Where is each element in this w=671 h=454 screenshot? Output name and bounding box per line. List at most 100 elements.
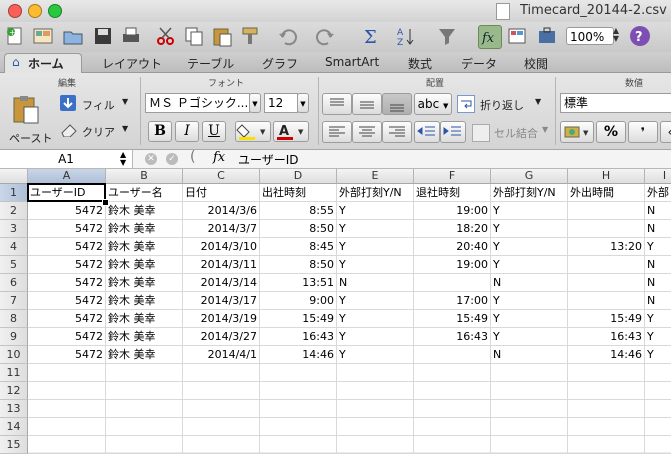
increase-indent-button[interactable] [440,121,466,143]
row-header-6[interactable]: 6 [0,274,28,292]
fill-icon[interactable] [60,95,76,111]
table-cell[interactable]: Y [337,238,414,256]
row-header-7[interactable]: 7 [0,292,28,310]
table-cell[interactable]: 13:20 [568,238,645,256]
spreadsheet-grid[interactable]: A B C D E F G H I 1 ユーザーID ユーザー名 日付 出社時刻 外部打刻Y/N 退社時刻 外部… [0,169,671,454]
tab-layout[interactable]: レイアウト [102,55,162,72]
table-cell[interactable]: 5472 [28,328,106,346]
format-painter-icon[interactable] [239,25,261,47]
open-icon[interactable] [62,25,84,47]
table-cell[interactable] [337,382,414,400]
header-cell[interactable]: 外部打刻Y/N [337,184,414,202]
table-cell[interactable]: 14:46 [568,346,645,364]
row-header-15[interactable]: 15 [0,436,28,454]
table-cell[interactable]: 16:43 [414,328,491,346]
confirm-entry-icon[interactable]: ✓ [166,153,178,165]
table-cell[interactable]: Y [337,346,414,364]
header-cell[interactable]: 退社時刻 [414,184,491,202]
table-cell[interactable] [645,400,671,418]
gallery-icon[interactable] [506,25,528,47]
text-orientation-button[interactable]: abc ▼ [414,93,452,115]
table-cell[interactable] [491,364,568,382]
table-cell[interactable] [28,400,106,418]
table-cell[interactable]: 鈴木 美幸 [106,202,183,220]
column-header-e[interactable]: E [337,169,414,184]
toolbox-icon[interactable] [536,25,558,47]
wrap-dropdown-icon[interactable]: ▼ [535,97,541,106]
table-cell[interactable] [183,400,260,418]
percent-format-button[interactable]: % [596,121,626,143]
tab-data[interactable]: データ [461,55,497,72]
table-cell[interactable]: 2014/4/1 [183,346,260,364]
insert-function-button[interactable]: fx [213,150,225,165]
column-header-i[interactable]: I [645,169,671,184]
zoom-stepper[interactable]: ▲ ▼ [608,27,624,45]
comma-style-button[interactable]: ❜ [628,121,658,143]
zoom-field[interactable]: 100% [566,27,614,45]
table-cell[interactable] [414,274,491,292]
row-header-1[interactable]: 1 [0,184,28,202]
table-cell[interactable]: 17:00 [414,292,491,310]
table-cell[interactable] [106,364,183,382]
sort-icon[interactable]: AZ [396,25,418,47]
row-header-5[interactable]: 5 [0,256,28,274]
help-icon[interactable]: ? [630,26,650,46]
table-cell[interactable]: 5472 [28,238,106,256]
bold-button[interactable]: B [148,121,172,142]
table-cell[interactable] [106,382,183,400]
merge-cells-label[interactable]: セル結合 [494,125,538,141]
table-cell[interactable]: 5472 [28,310,106,328]
font-name-dropdown-icon[interactable]: ▼ [249,93,261,113]
table-cell[interactable]: 14:46 [260,346,337,364]
table-cell[interactable]: Y [337,256,414,274]
column-header-b[interactable]: B [106,169,183,184]
fill-handle[interactable] [102,199,109,206]
table-cell[interactable]: 20:40 [414,238,491,256]
table-cell[interactable]: 18:20 [414,220,491,238]
table-cell[interactable]: Y [491,238,568,256]
table-cell[interactable]: 鈴木 美幸 [106,346,183,364]
table-cell[interactable] [568,382,645,400]
table-cell[interactable]: 5472 [28,202,106,220]
table-cell[interactable] [414,364,491,382]
clear-dropdown-icon[interactable]: ▼ [122,124,128,133]
table-cell[interactable]: Y [337,292,414,310]
table-cell[interactable]: Y [645,346,671,364]
table-cell[interactable]: Y [337,310,414,328]
table-cell[interactable]: Y [491,310,568,328]
table-cell[interactable]: Y [491,256,568,274]
table-cell[interactable]: 2014/3/10 [183,238,260,256]
row-header-12[interactable]: 12 [0,382,28,400]
eraser-icon[interactable] [60,123,78,138]
header-cell[interactable]: 外出時間 [568,184,645,202]
align-center-button[interactable] [352,121,382,143]
header-cell[interactable]: ユーザーID [28,184,106,202]
name-box-stepper[interactable]: ▲ ▼ [120,151,126,167]
tab-review[interactable]: 校閲 [524,55,548,72]
merge-dropdown-icon[interactable]: ▼ [542,125,548,134]
table-cell[interactable]: 5472 [28,346,106,364]
table-cell[interactable] [568,256,645,274]
table-cell[interactable] [645,364,671,382]
table-cell[interactable] [106,436,183,454]
templates-icon[interactable] [32,25,54,47]
font-size-dropdown-icon[interactable]: ▼ [297,93,309,113]
align-top-button[interactable] [322,93,352,115]
table-cell[interactable]: 8:55 [260,202,337,220]
tab-formulas[interactable]: 数式 [408,55,432,72]
close-window-button[interactable] [8,4,22,18]
paste-large-icon[interactable] [12,95,40,125]
table-cell[interactable] [183,364,260,382]
table-cell[interactable]: Y [491,328,568,346]
row-header-13[interactable]: 13 [0,400,28,418]
table-cell[interactable]: 15:49 [414,310,491,328]
undo-icon[interactable] [277,25,299,47]
table-cell[interactable] [183,382,260,400]
table-cell[interactable] [568,220,645,238]
row-header-8[interactable]: 8 [0,310,28,328]
column-header-g[interactable]: G [491,169,568,184]
table-cell[interactable] [414,418,491,436]
paste-icon[interactable] [211,25,233,47]
row-header-11[interactable]: 11 [0,364,28,382]
align-bottom-button[interactable] [382,93,412,115]
